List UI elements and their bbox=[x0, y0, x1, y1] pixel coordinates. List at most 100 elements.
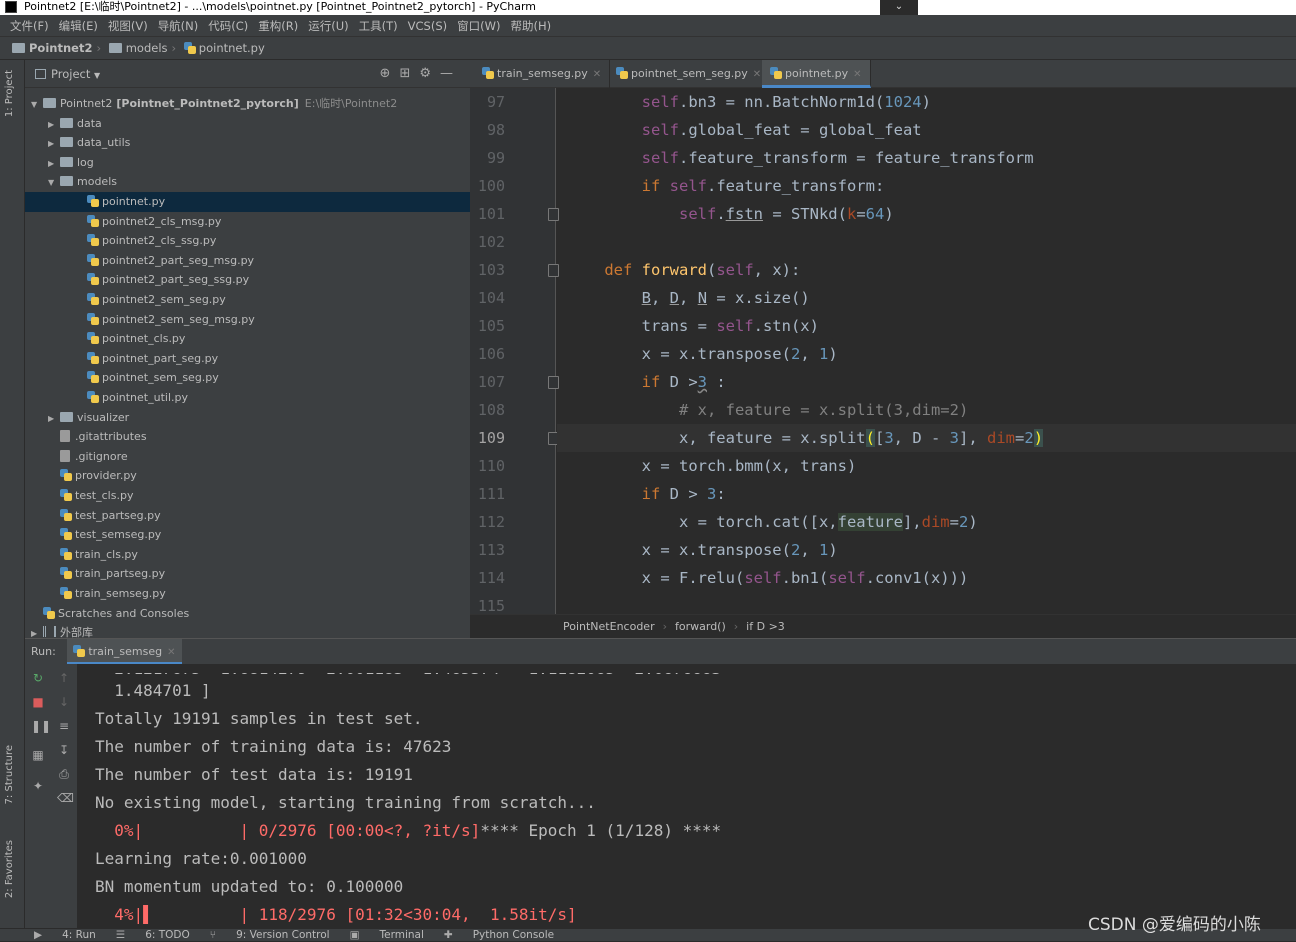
tree-item[interactable]: train_semseg.py bbox=[25, 584, 470, 604]
python-file-icon bbox=[87, 332, 99, 345]
expand-arrow-icon[interactable]: ▶ bbox=[48, 409, 60, 429]
bottom-tool-tab[interactable]: ✚ Python Console bbox=[444, 929, 554, 942]
expand-arrow-icon[interactable]: ▼ bbox=[31, 95, 43, 115]
expand-arrow-icon[interactable]: ▼ bbox=[48, 173, 60, 193]
tree-item[interactable]: pointnet2_cls_msg.py bbox=[25, 212, 470, 232]
expand-arrow-icon[interactable]: ▶ bbox=[48, 154, 60, 174]
nav-file[interactable]: pointnet.py bbox=[199, 41, 265, 55]
scroll-to-end-icon[interactable]: ↧ bbox=[57, 743, 71, 757]
menu-item[interactable]: 导航(N) bbox=[153, 15, 204, 37]
tree-item[interactable]: pointnet_cls.py bbox=[25, 329, 470, 349]
tree-item[interactable]: pointnet_part_seg.py bbox=[25, 349, 470, 369]
bottom-tool-tab[interactable]: ⑂ 9: Version Control bbox=[210, 929, 330, 942]
python-file-icon bbox=[60, 528, 72, 541]
bottom-tool-tab[interactable]: ▣ Terminal bbox=[350, 929, 424, 942]
tree-item[interactable]: train_cls.py bbox=[25, 545, 470, 565]
trash-icon[interactable]: ⌫ bbox=[57, 791, 74, 805]
menu-item[interactable]: 重构(R) bbox=[253, 15, 303, 37]
tree-item[interactable]: pointnet_sem_seg.py bbox=[25, 368, 470, 388]
folder-icon bbox=[108, 43, 122, 53]
tree-item-label: models bbox=[77, 175, 117, 189]
structure-tool-tab[interactable]: 7: Structure bbox=[4, 745, 15, 804]
tree-item[interactable]: train_partseg.py bbox=[25, 564, 470, 584]
menu-item[interactable]: 编辑(E) bbox=[54, 15, 103, 37]
menu-item[interactable]: 视图(V) bbox=[103, 15, 153, 37]
soft-wrap-icon[interactable]: ≡ bbox=[57, 719, 71, 733]
tree-item[interactable]: pointnet2_part_seg_msg.py bbox=[25, 251, 470, 271]
folder-icon bbox=[12, 43, 25, 53]
tree-item-label: pointnet_sem_seg.py bbox=[102, 371, 219, 385]
menu-item[interactable]: 文件(F) bbox=[5, 15, 54, 37]
bottom-tool-tab[interactable]: ☰ 6: TODO bbox=[116, 929, 190, 942]
line-number: 108 bbox=[477, 401, 505, 419]
close-icon[interactable]: ✕ bbox=[753, 69, 761, 80]
collapse-icon[interactable]: ⊞ bbox=[399, 66, 419, 81]
up-arrow-icon[interactable]: ↑ bbox=[57, 671, 71, 685]
code-area[interactable]: self.bn3 = nn.BatchNorm1d(1024) self.glo… bbox=[557, 88, 1296, 614]
tree-item[interactable]: .gitattributes bbox=[25, 427, 470, 447]
tree-item[interactable]: provider.py bbox=[25, 466, 470, 486]
print-icon[interactable]: ⎙ bbox=[57, 767, 71, 781]
editor-tab[interactable]: train_semseg.py ✕ bbox=[474, 60, 611, 88]
close-icon[interactable]: ✕ bbox=[853, 69, 861, 80]
tree-item[interactable]: pointnet2_sem_seg.py bbox=[25, 290, 470, 310]
tree-item[interactable]: ▶ log bbox=[25, 153, 470, 173]
tree-item[interactable]: ▼ models bbox=[25, 172, 470, 192]
tree-item[interactable]: ▶ visualizer bbox=[25, 408, 470, 428]
hide-icon[interactable]: — bbox=[440, 66, 462, 81]
project-tool-tab[interactable]: 1: Project bbox=[4, 70, 15, 117]
nav-root[interactable]: Pointnet2 bbox=[29, 41, 92, 55]
nav-folder[interactable]: models bbox=[126, 41, 168, 55]
breadcrumb-item[interactable]: forward() bbox=[675, 620, 726, 633]
python-file-icon bbox=[60, 567, 72, 580]
stop-icon[interactable]: ■ bbox=[31, 695, 45, 709]
tree-item[interactable]: ▶ data_utils bbox=[25, 133, 470, 153]
tree-item[interactable]: pointnet2_cls_ssg.py bbox=[25, 231, 470, 251]
tree-item[interactable]: test_semseg.py bbox=[25, 525, 470, 545]
console-text: 0%| | 0/2976 [00:00<?, ?it/s] bbox=[95, 821, 481, 840]
menu-item[interactable]: 运行(U) bbox=[303, 15, 353, 37]
tree-item[interactable]: pointnet2_part_seg_ssg.py bbox=[25, 270, 470, 290]
editor-tab[interactable]: pointnet.py ✕ bbox=[762, 60, 871, 88]
expand-arrow-icon[interactable]: ▶ bbox=[48, 115, 60, 135]
run-tab[interactable]: train_semseg ✕ bbox=[67, 639, 182, 664]
gear-icon[interactable]: ⚙ bbox=[419, 66, 440, 81]
tree-item[interactable]: ▶ data bbox=[25, 114, 470, 134]
chevron-down-icon[interactable]: ⌄ bbox=[880, 0, 918, 15]
editor-tabs: train_semseg.py ✕ pointnet_sem_seg.py ✕ poin… bbox=[470, 60, 1296, 88]
menu-item[interactable]: 代码(C) bbox=[203, 15, 253, 37]
pycharm-app-icon bbox=[5, 1, 17, 13]
close-icon[interactable]: ✕ bbox=[167, 647, 175, 658]
tree-item[interactable]: .gitignore bbox=[25, 447, 470, 467]
close-icon[interactable]: ✕ bbox=[593, 69, 601, 80]
breadcrumb-item[interactable]: if D >3 bbox=[746, 620, 785, 633]
tree-item[interactable]: pointnet2_sem_seg_msg.py bbox=[25, 310, 470, 330]
menu-bar: 文件(F) 编辑(E) 视图(V) 导航(N) 代码(C) 重构(R) 运行(U) 工具(T)… bbox=[0, 15, 1296, 37]
menu-item[interactable]: 窗口(W) bbox=[452, 15, 505, 37]
pause-icon[interactable]: ❚❚ bbox=[31, 719, 51, 733]
console-line: 1.484701 ] bbox=[95, 677, 210, 705]
favorites-tool-tab[interactable]: 2: Favorites bbox=[4, 840, 15, 898]
project-view-label[interactable]: Project bbox=[51, 67, 90, 81]
tree-item[interactable]: pointnet_util.py bbox=[25, 388, 470, 408]
breadcrumb-item[interactable]: PointNetEncoder bbox=[563, 620, 655, 633]
menu-item[interactable]: 工具(T) bbox=[354, 15, 403, 37]
locate-icon[interactable]: ⊕ bbox=[380, 66, 400, 81]
editor-tab[interactable]: pointnet_sem_seg.py ✕ bbox=[608, 60, 771, 88]
down-arrow-icon[interactable]: ↓ bbox=[57, 695, 71, 709]
tree-item[interactable]: test_cls.py bbox=[25, 486, 470, 506]
python-file-icon bbox=[87, 234, 99, 247]
tree-item[interactable]: ▼ Pointnet2 [Pointnet_Pointnet2_pytorch] E:… bbox=[25, 94, 470, 114]
tree-item[interactable]: test_partseg.py bbox=[25, 506, 470, 526]
text-file-icon bbox=[60, 430, 70, 443]
tree-item[interactable]: pointnet.py bbox=[25, 192, 470, 212]
pin-icon[interactable]: ✦ bbox=[31, 779, 45, 793]
run-console-output[interactable]: 2.1217675 1.6814279 2.001183 1.465374 1.… bbox=[77, 664, 1296, 929]
bottom-tool-tab[interactable]: ▶ 4: Run bbox=[34, 929, 96, 942]
layout-icon[interactable]: ▦ bbox=[31, 748, 45, 762]
expand-arrow-icon[interactable]: ▶ bbox=[48, 134, 60, 154]
menu-item[interactable]: VCS(S) bbox=[403, 15, 452, 37]
rerun-icon[interactable]: ↻ bbox=[31, 671, 45, 685]
tree-item[interactable]: Scratches and Consoles bbox=[25, 604, 470, 624]
menu-item[interactable]: 帮助(H) bbox=[505, 15, 556, 37]
